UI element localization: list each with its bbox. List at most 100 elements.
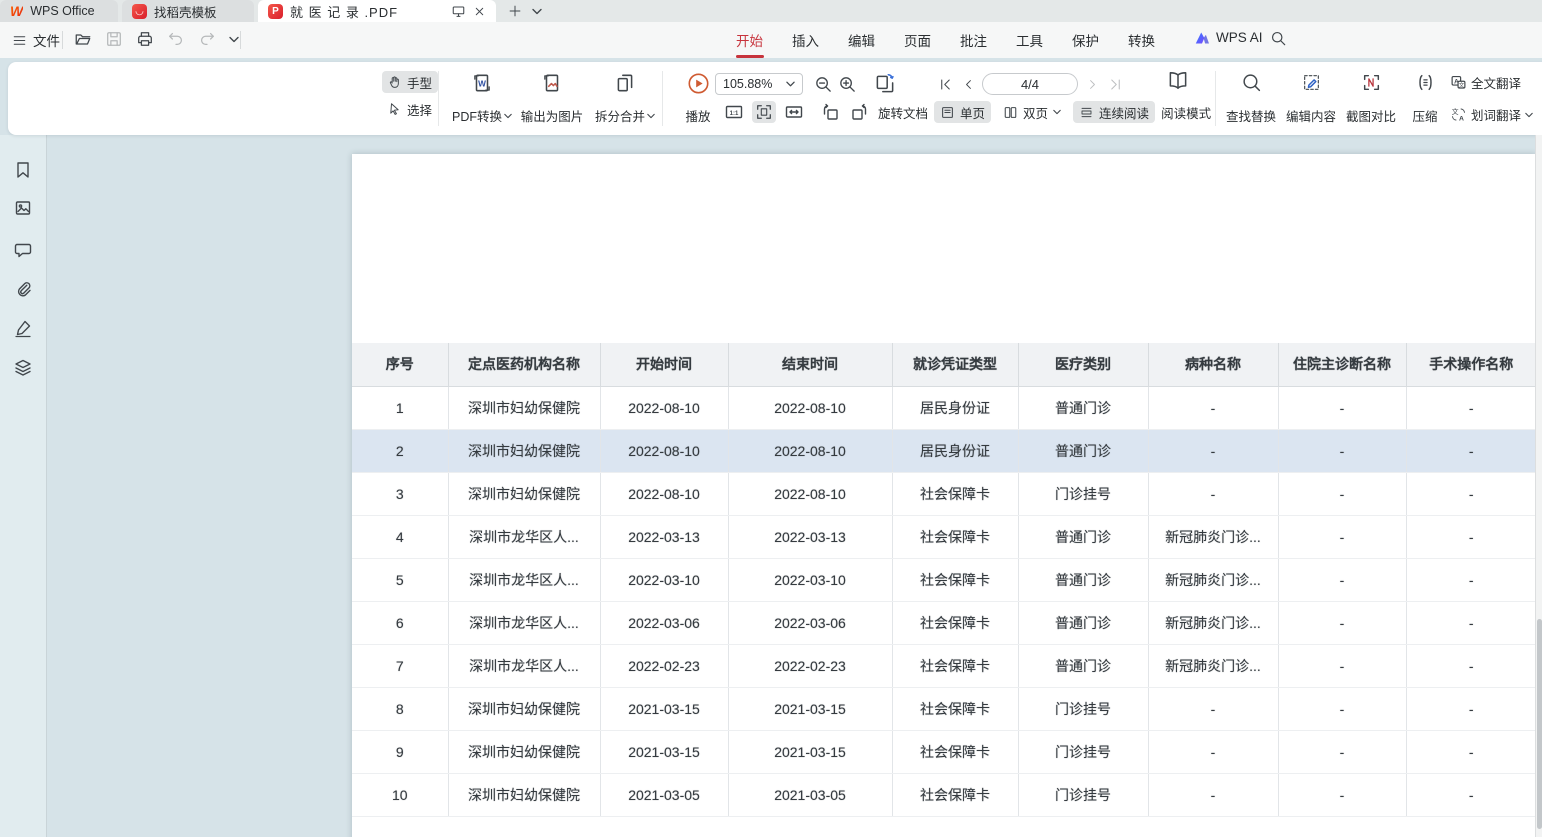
svg-text:文: 文 <box>1452 107 1459 116</box>
scrollbar-thumb[interactable] <box>1537 619 1542 829</box>
prev-page-icon <box>962 78 975 91</box>
compress-button[interactable]: 压缩 <box>1402 71 1448 126</box>
page-number-input[interactable] <box>982 73 1078 95</box>
svg-text:A: A <box>1459 115 1464 122</box>
read-mode-button[interactable] <box>1166 70 1190 92</box>
prev-page-button[interactable] <box>959 73 977 95</box>
replace-pages-button[interactable] <box>873 73 897 95</box>
table-cell: 2021-03-05 <box>600 773 728 816</box>
pdf-convert-button[interactable]: W PDF转换 <box>448 71 516 126</box>
pages-refresh-icon <box>873 72 897 96</box>
rotate-right-icon <box>850 102 870 122</box>
double-page-button[interactable]: 双页 <box>997 101 1067 123</box>
wps-ai-button[interactable]: WPS AI <box>1194 30 1263 45</box>
select-tool-button[interactable]: 选择 <box>382 98 438 120</box>
attachment-icon[interactable] <box>13 280 33 300</box>
tab-document[interactable]: P 就 医 记 录 .PDF <box>258 0 496 22</box>
menu-插入[interactable]: 插入 <box>792 30 819 50</box>
next-page-icon <box>1086 78 1099 91</box>
ribbon-toolbar: 手型 选择 W PDF转换 输出为图片 拆分合并 播放 105.88% <box>8 62 1542 135</box>
svg-text:文: 文 <box>1459 81 1465 89</box>
single-page-button[interactable]: 单页 <box>934 101 991 123</box>
export-image-icon <box>541 72 563 94</box>
menu-list: 开始 插入 编辑 页面 批注 工具 保护 转换 <box>736 22 1155 58</box>
thumbnail-icon[interactable] <box>13 198 33 218</box>
fit-width-button[interactable] <box>782 101 806 123</box>
table-cell: 2022-08-10 <box>600 472 728 515</box>
file-menu[interactable]: 文件 <box>12 30 60 50</box>
read-mode-label[interactable]: 阅读模式 <box>1161 103 1211 122</box>
chevron-down-icon <box>786 81 795 87</box>
last-page-button[interactable] <box>1106 73 1124 95</box>
fit-page-button[interactable] <box>752 101 776 123</box>
table-cell: 深圳市妇幼保健院 <box>448 429 600 472</box>
export-image-button[interactable]: 输出为图片 <box>516 71 588 126</box>
first-page-button[interactable] <box>936 73 954 95</box>
tab-list-button[interactable] <box>528 2 546 20</box>
book-icon <box>1166 69 1190 93</box>
table-cell: 普通门诊 <box>1018 386 1148 429</box>
zoom-in-button[interactable] <box>835 73 859 95</box>
fit-page-icon <box>755 103 773 121</box>
menu-保护[interactable]: 保护 <box>1072 30 1099 50</box>
rotate-left-button[interactable] <box>818 101 842 123</box>
zoom-level-select[interactable]: 105.88% <box>715 73 803 95</box>
table-header-cell: 就诊凭证类型 <box>892 343 1018 386</box>
close-icon[interactable] <box>473 5 486 18</box>
last-page-icon <box>1108 77 1123 92</box>
tab-wps-office[interactable]: W WPS Office <box>0 0 118 22</box>
undo-icon[interactable] <box>167 30 185 48</box>
rotate-doc-label[interactable]: 旋转文档 <box>878 103 928 122</box>
folder-open-icon[interactable] <box>74 30 92 48</box>
redo-icon[interactable] <box>198 30 216 48</box>
table-cell: 3 <box>352 472 448 515</box>
zoom-out-button[interactable] <box>811 73 835 95</box>
table-cell: 社会保障卡 <box>892 472 1018 515</box>
menu-批注[interactable]: 批注 <box>960 30 987 50</box>
save-icon[interactable] <box>105 30 123 48</box>
table-cell: 8 <box>352 687 448 730</box>
table-cell: 2022-08-10 <box>600 386 728 429</box>
bookmark-icon[interactable] <box>13 160 33 180</box>
table-cell: 4 <box>352 515 448 558</box>
continuous-read-button[interactable]: 连续阅读 <box>1073 101 1155 123</box>
find-replace-button[interactable]: 查找替换 <box>1222 71 1280 126</box>
table-cell: 2022-03-06 <box>728 601 892 644</box>
table-cell: 深圳市妇幼保健院 <box>448 472 600 515</box>
vertical-scrollbar[interactable] <box>1535 135 1542 837</box>
rotate-right-button[interactable] <box>848 101 872 123</box>
signature-icon[interactable] <box>13 318 33 338</box>
actual-size-button[interactable]: 1:1 <box>722 101 746 123</box>
monitor-icon[interactable] <box>451 4 466 19</box>
chevron-down-icon[interactable] <box>229 36 239 43</box>
screenshot-compare-label: 截图对比 <box>1346 106 1396 125</box>
table-cell: 深圳市龙华区人... <box>448 558 600 601</box>
layers-icon[interactable] <box>13 358 33 378</box>
menu-转换[interactable]: 转换 <box>1128 30 1155 50</box>
full-translate-button[interactable]: A文 全文翻译 <box>1450 73 1542 92</box>
search-icon <box>1270 30 1287 47</box>
hand-tool-button[interactable]: 手型 <box>382 71 438 93</box>
new-tab-button[interactable] <box>506 2 524 20</box>
edit-content-button[interactable]: 编辑内容 <box>1282 71 1340 126</box>
comment-icon[interactable] <box>13 240 33 260</box>
split-merge-button[interactable]: 拆分合并 <box>588 71 662 126</box>
table-cell: - <box>1406 601 1536 644</box>
tab-docer-templates[interactable]: ◡ 找稻壳模板 <box>122 0 254 22</box>
table-cell: 社会保障卡 <box>892 601 1018 644</box>
screenshot-compare-button[interactable]: 截图对比 <box>1342 71 1400 126</box>
tab-label: WPS Office <box>30 4 94 18</box>
svg-text:W: W <box>478 79 486 88</box>
menu-开始[interactable]: 开始 <box>736 30 763 50</box>
table-cell: 2022-03-10 <box>728 558 892 601</box>
menu-工具[interactable]: 工具 <box>1016 30 1043 50</box>
search-button[interactable] <box>1270 30 1287 47</box>
table-cell: 门诊挂号 <box>1018 730 1148 773</box>
menu-编辑[interactable]: 编辑 <box>848 30 875 50</box>
next-page-button[interactable] <box>1083 73 1101 95</box>
menu-页面[interactable]: 页面 <box>904 30 931 50</box>
table-header-cell: 开始时间 <box>600 343 728 386</box>
word-translate-button[interactable]: 文A 划词翻译 <box>1450 105 1542 124</box>
chevron-down-icon <box>1053 109 1061 115</box>
print-icon[interactable] <box>136 30 154 48</box>
